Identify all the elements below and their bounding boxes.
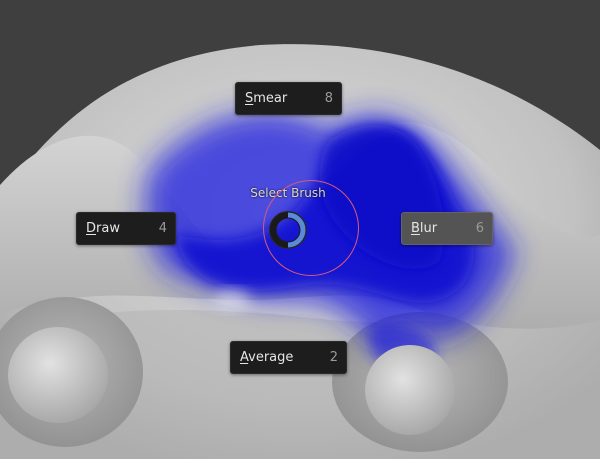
pie-item-shortcut: 2 — [329, 350, 338, 365]
specular-highlight — [214, 290, 250, 310]
pie-item-shortcut: 6 — [475, 221, 484, 236]
pie-item-smear[interactable]: Smear 8 — [235, 82, 342, 115]
pie-direction-indicator-icon — [269, 211, 307, 249]
pie-item-shortcut: 8 — [324, 91, 333, 106]
pie-item-label: Blur — [411, 221, 438, 236]
pie-item-label: Smear — [245, 91, 288, 106]
pie-item-label: Draw — [86, 221, 120, 236]
pie-item-blur[interactable]: Blur 6 — [401, 212, 493, 245]
pie-item-shortcut: 4 — [158, 221, 167, 236]
pie-item-label: Average — [240, 350, 294, 365]
pie-item-average[interactable]: Average 2 — [230, 341, 347, 374]
pie-item-draw[interactable]: Draw 4 — [76, 212, 176, 245]
